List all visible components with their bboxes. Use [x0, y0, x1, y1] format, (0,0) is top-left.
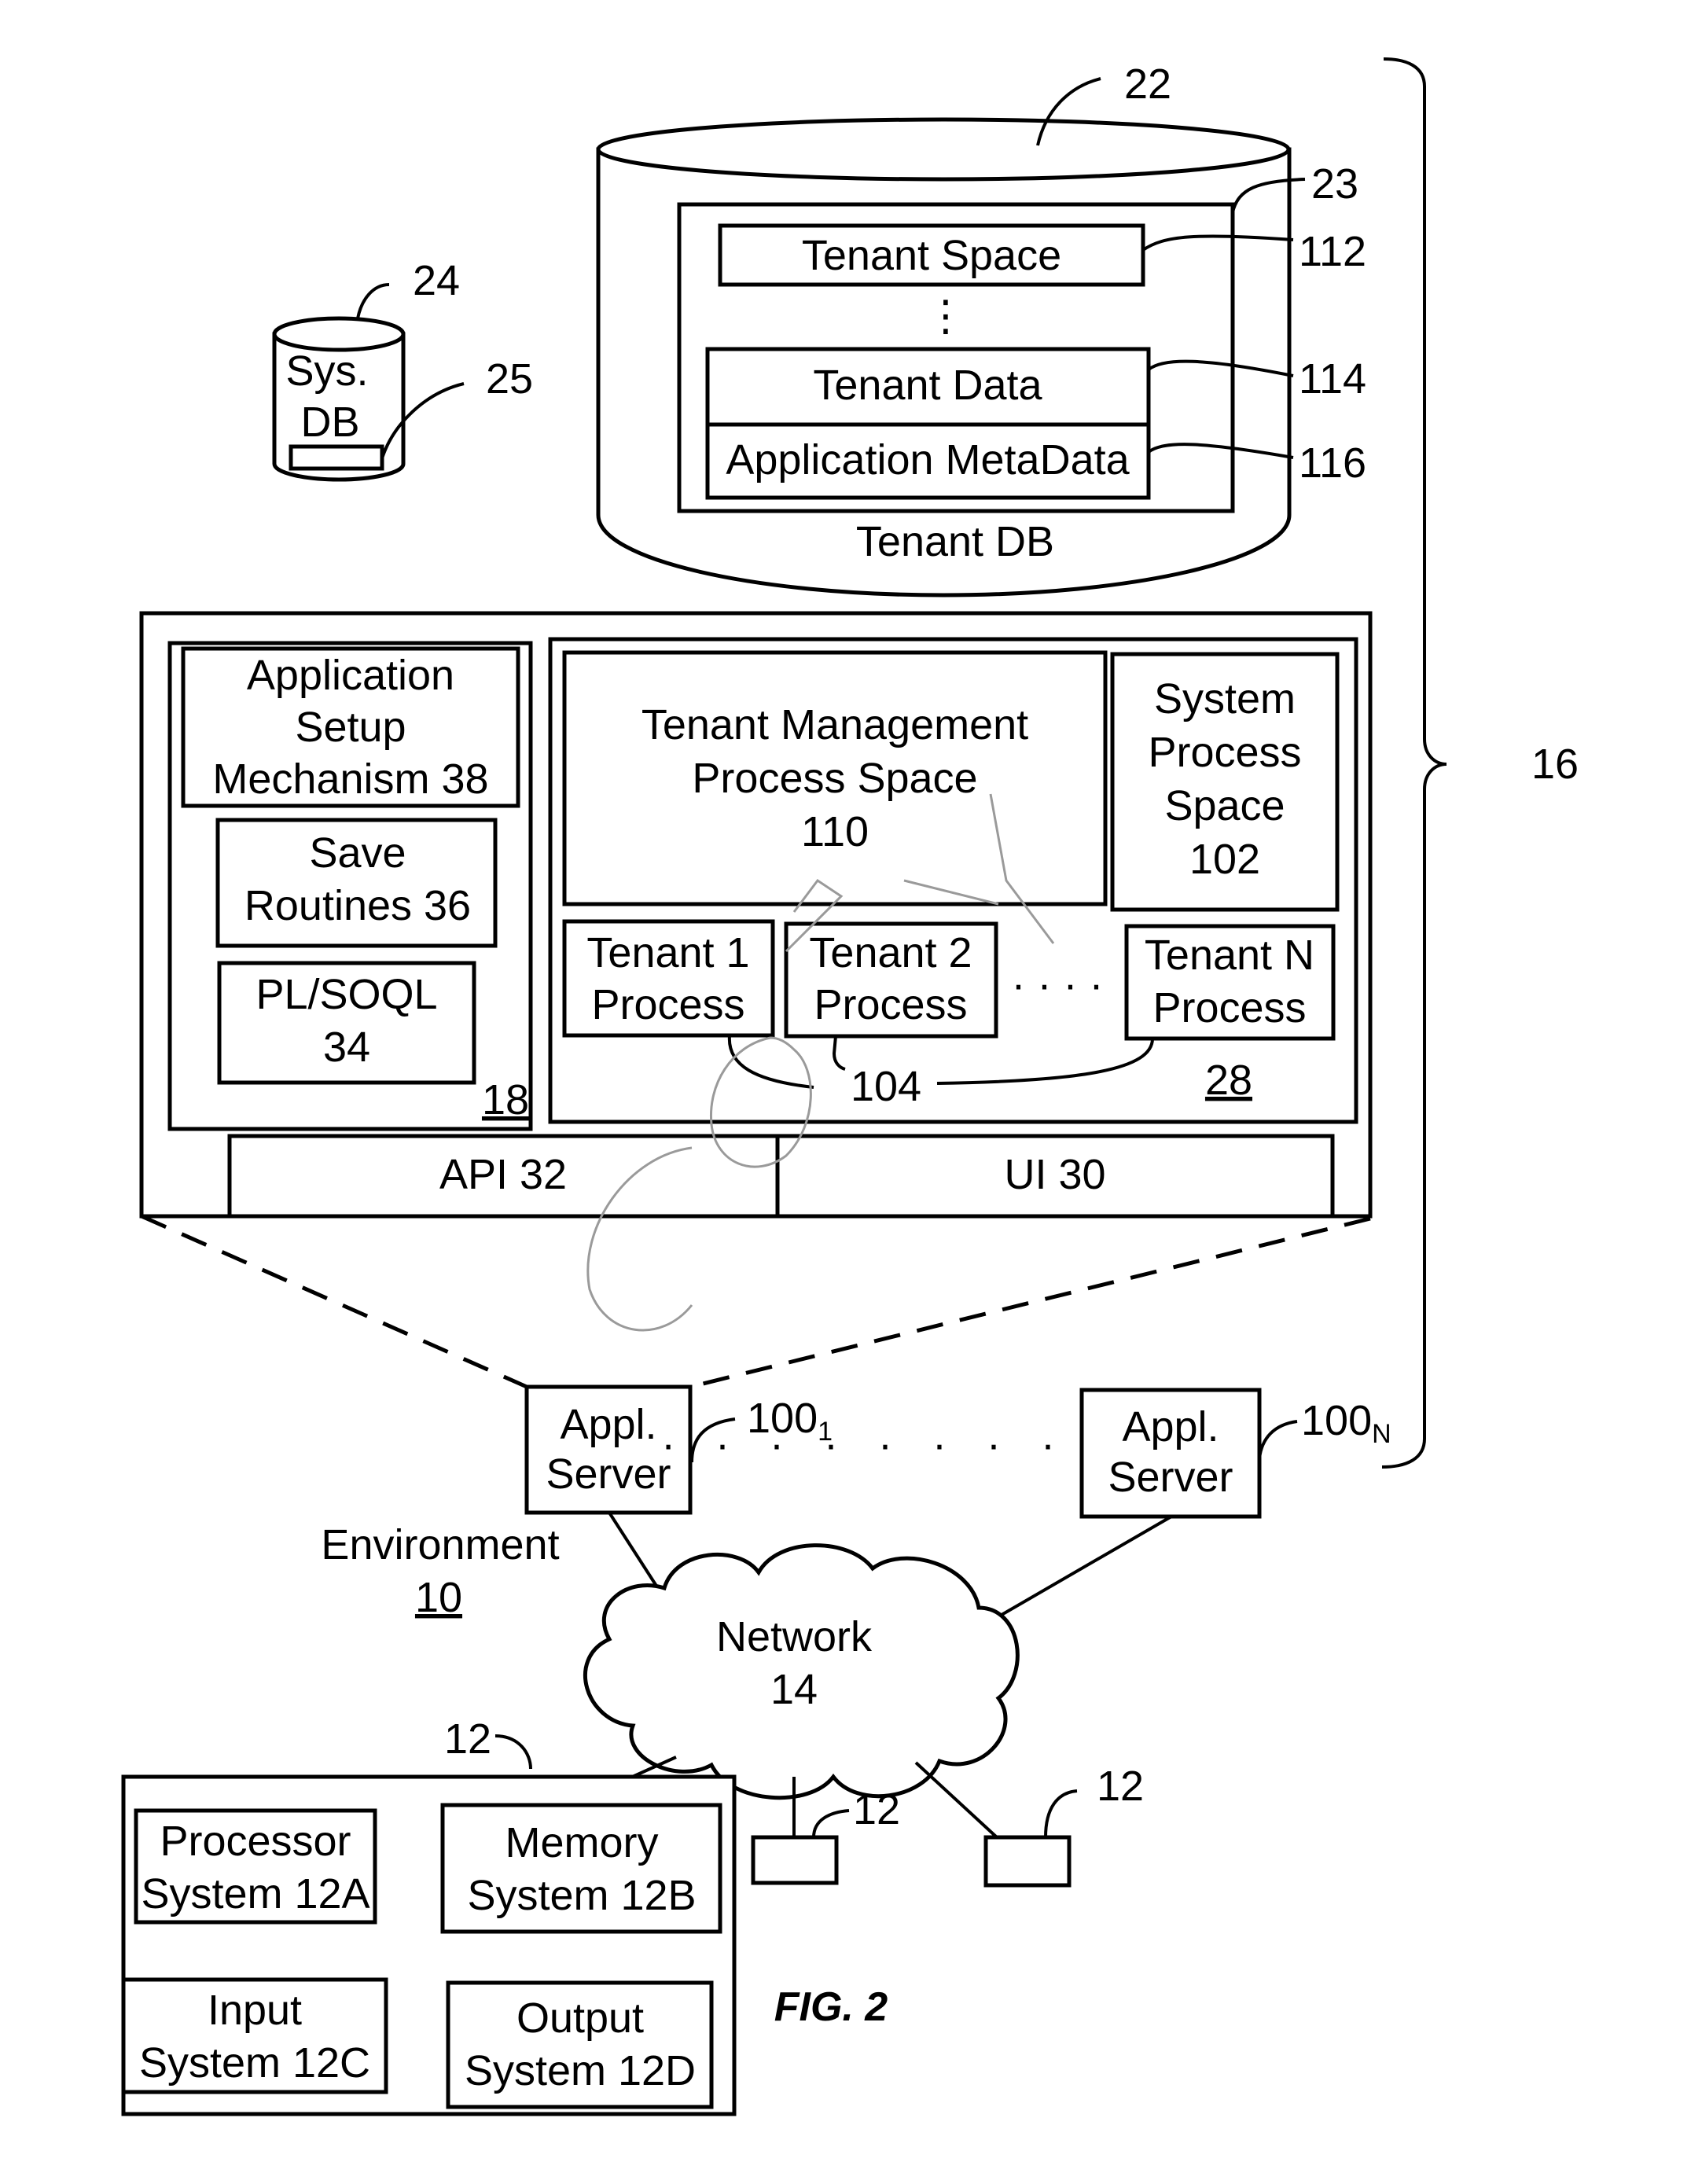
bracket-16 [1381, 57, 1447, 1469]
tenant1-line2: Process [591, 981, 744, 1028]
ref-25: 25 [486, 355, 533, 403]
input-line1: Input [208, 1987, 302, 2034]
tenant-db-cylinder-top [596, 117, 1291, 182]
ref-leader-12-c [1044, 1789, 1078, 1838]
output-line1: Output [516, 1995, 644, 2042]
ui-label: UI 30 [1004, 1151, 1105, 1198]
ref-leader-12-a [494, 1734, 532, 1770]
memory-line2: System 12B [467, 1872, 696, 1919]
user-system-2: 12 [751, 1786, 900, 1885]
ref-leader-24 [356, 283, 390, 319]
sys-db-label-line1: Sys. [285, 347, 368, 395]
ref-114: 114 [1299, 355, 1366, 403]
plsoql-line2: 34 [323, 1024, 370, 1071]
ref-116: 116 [1299, 439, 1366, 487]
zoom-line-right [689, 1216, 1371, 1389]
sys-db-inner-store [289, 444, 384, 471]
link-serverN-network [985, 1515, 1173, 1625]
input-line2: System 12C [139, 2039, 370, 2087]
link-server1-network [608, 1511, 662, 1594]
save-routines-line1: Save [309, 829, 406, 877]
link-network-user-3 [914, 1761, 998, 1839]
ref-28: 28 [1205, 1057, 1252, 1104]
app-server-1-line2: Server [546, 1450, 671, 1498]
app-server-detail: Application Setup Mechanism 38 Save Rout… [139, 611, 1373, 1332]
ref-16: 16 [1531, 741, 1579, 788]
diagram-canvas: 22 23 Tenant Space 112 ⋮ Tenant Data 114… [121, 57, 1579, 2116]
tenant1-line1: Tenant 1 [586, 929, 749, 976]
processor-line1: Processor [160, 1818, 351, 1865]
app-setup-line1: Application [247, 652, 454, 699]
memory-line1: Memory [505, 1819, 658, 1866]
sys-db: 24 Sys. DB 25 [272, 257, 533, 482]
app-server-dots: · · · · · · · · · [661, 1421, 1123, 1468]
ref-leader-12-b [812, 1809, 850, 1838]
system-process-line1: System [1154, 675, 1296, 722]
ref-12-a: 12 [444, 1715, 491, 1763]
ref-22: 22 [1124, 61, 1171, 108]
figure-caption: FIG. 2 [774, 1984, 888, 2030]
tenant2-line1: Tenant 2 [809, 929, 972, 976]
tenant-space-ellipsis: ⋮ [925, 292, 967, 340]
app-metadata-label: Application MetaData [726, 436, 1130, 483]
tenant-process-dots: · · · · [1012, 961, 1104, 1008]
ref-24: 24 [413, 257, 460, 304]
app-server-n-line2: Server [1108, 1454, 1233, 1501]
output-line2: System 12D [465, 2047, 696, 2094]
app-server-n: Appl. Server 100N [1079, 1388, 1391, 1519]
tenant-mgmt-line2: Process Space [692, 755, 977, 802]
system-process-line4: 102 [1189, 836, 1260, 883]
ref-12-c: 12 [1097, 1763, 1144, 1810]
processor-line2: System 12A [141, 1870, 369, 1917]
tenant-db: 22 23 Tenant Space 112 ⋮ Tenant Data 114… [596, 61, 1366, 597]
system-bracket: 16 [1381, 57, 1579, 1469]
network-cloud: Network 14 [583, 1543, 1020, 1800]
tenant-mgmt-line1: Tenant Management [641, 701, 1028, 748]
tenant-data-label: Tenant Data [813, 362, 1042, 409]
api-label: API 32 [439, 1151, 567, 1198]
tenant-space-label: Tenant Space [802, 232, 1061, 279]
environment-ref: 10 [415, 1574, 462, 1621]
app-server-n-line1: Appl. [1122, 1403, 1219, 1450]
app-server-1-line1: Appl. [560, 1401, 656, 1448]
ref-112: 112 [1299, 228, 1366, 275]
environment-label: Environment [321, 1521, 559, 1568]
zoom-line-left [140, 1214, 528, 1389]
ref-12-b: 12 [853, 1786, 900, 1833]
user-system: 12 Processor System 12A Memory System 12… [121, 1715, 737, 2116]
user-system-3: 12 [983, 1763, 1144, 1888]
app-setup-line2: Setup [295, 704, 406, 751]
ref-23: 23 [1311, 160, 1358, 208]
network-label-line2: 14 [770, 1666, 818, 1713]
ref-100-n: 100N [1301, 1397, 1391, 1449]
app-setup-line3: Mechanism 38 [212, 756, 488, 803]
system-process-line3: Space [1164, 782, 1285, 829]
user-system-2-box [751, 1835, 839, 1885]
plsoql-line1: PL/SOQL [255, 971, 437, 1018]
system-process-line2: Process [1148, 729, 1301, 776]
tenant-db-label: Tenant DB [856, 518, 1054, 565]
ref-18: 18 [482, 1076, 529, 1123]
tenantN-line1: Tenant N [1145, 932, 1314, 979]
tenant-mgmt-line3: 110 [801, 808, 869, 855]
tenantN-line2: Process [1152, 984, 1306, 1031]
network-label-line1: Network [716, 1613, 873, 1660]
ref-104: 104 [851, 1063, 921, 1110]
sys-db-cylinder-top [272, 316, 406, 352]
sys-db-label-line2: DB [300, 399, 359, 446]
tenant2-line2: Process [814, 981, 967, 1028]
user-system-3-box [983, 1835, 1072, 1888]
ref-leader-100-n [1258, 1420, 1298, 1459]
save-routines-line2: Routines 36 [244, 882, 471, 929]
